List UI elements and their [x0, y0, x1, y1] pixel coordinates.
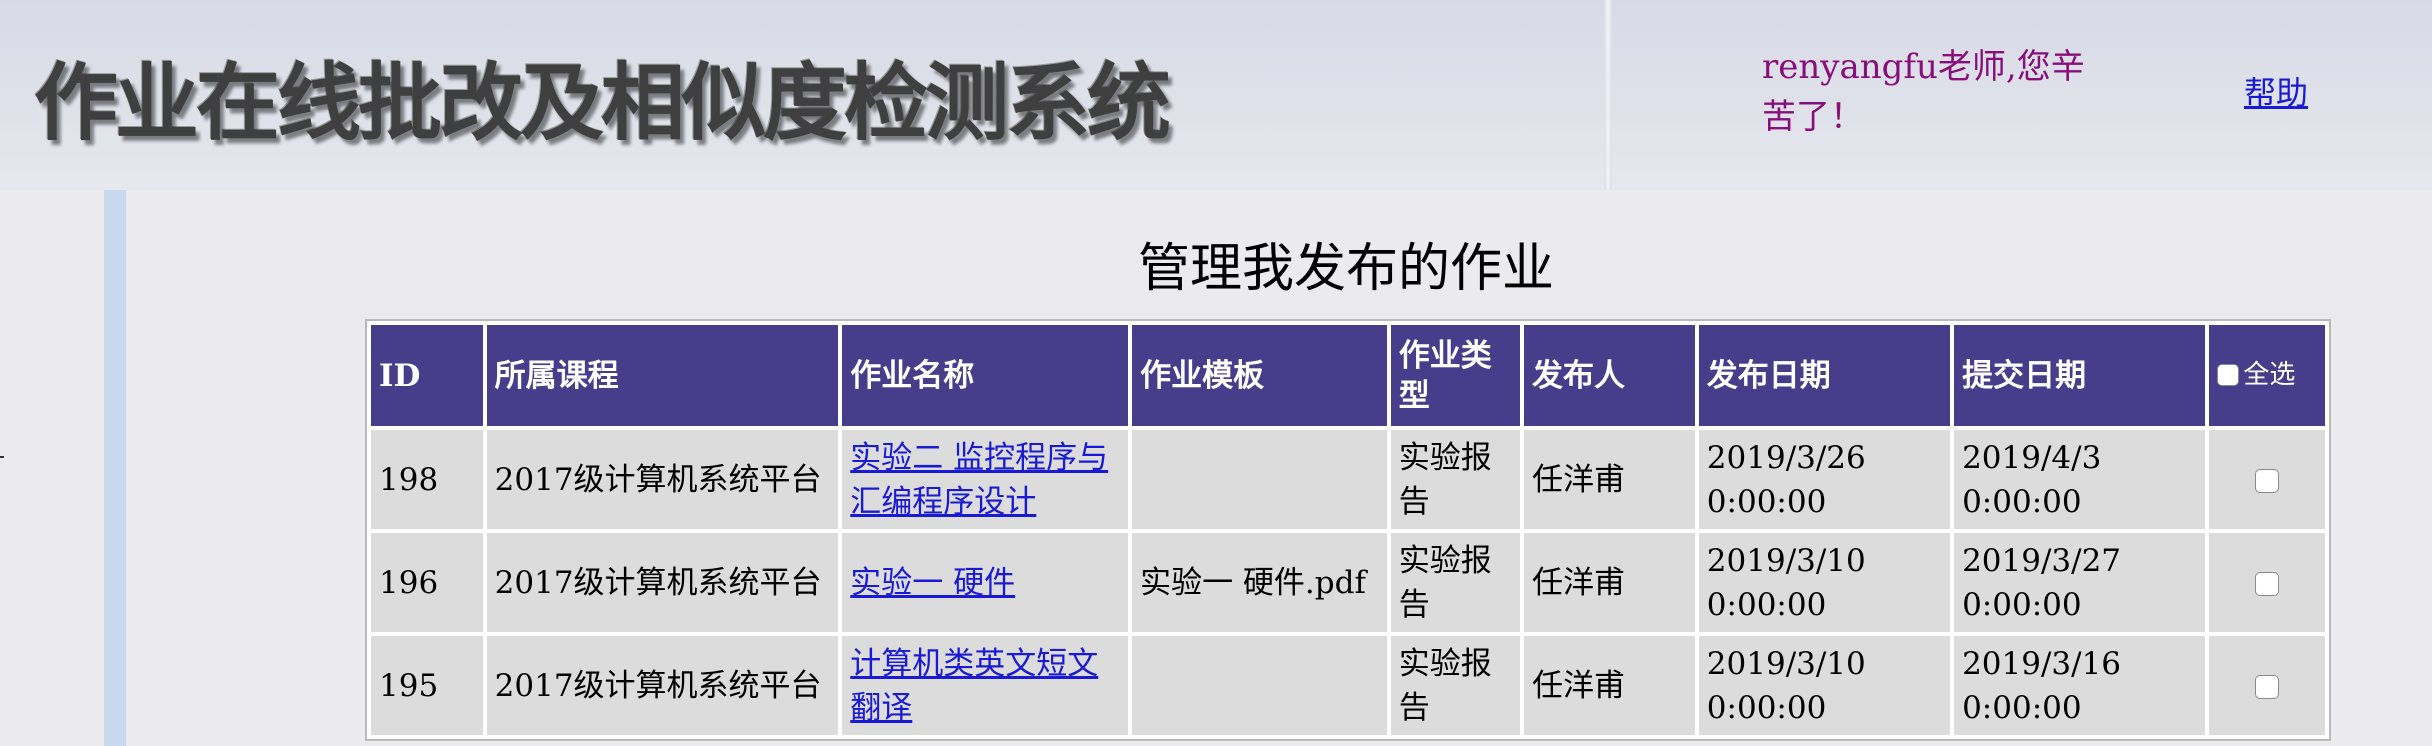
table-header-row: ID 所属课程 作业名称 作业模板 作业类型 发布人 发布日期 提交日期 全选: [371, 325, 2325, 426]
column-header-publish-date: 发布日期: [1698, 325, 1951, 426]
help-link[interactable]: 帮助: [2244, 68, 2308, 114]
row-checkbox[interactable]: [2255, 572, 2280, 596]
column-header-template: 作业模板: [1132, 325, 1387, 426]
table-row: 196 2017级计算机系统平台 实验一 硬件 实验一 硬件.pdf 实验报告 …: [371, 533, 2325, 632]
cell-select: [2209, 430, 2325, 529]
cell-id: 196: [371, 533, 483, 632]
cell-publish-date: 2019/3/26 0:00:00: [1698, 430, 1951, 529]
row-checkbox[interactable]: [2255, 675, 2280, 699]
select-all-label: 全选: [2243, 360, 2296, 390]
row-checkbox[interactable]: [2255, 469, 2280, 493]
cell-course: 2017级计算机系统平台: [486, 533, 839, 632]
cell-type: 实验报告: [1390, 430, 1520, 529]
cell-template: 实验一 硬件.pdf: [1132, 533, 1387, 632]
cell-publisher: 任洋甫: [1523, 533, 1695, 632]
cell-submit-date: 2019/3/16 0:00:00: [1954, 636, 2206, 735]
cell-name: 计算机类英文短文翻译: [842, 636, 1129, 735]
column-header-publisher: 发布人: [1523, 325, 1695, 426]
cell-submit-date: 2019/4/3 0:00:00: [1954, 430, 2206, 529]
header-banner: 作业在线批改及相似度检测系统 renyangfu老师,您辛苦了！ 帮助: [0, 0, 2432, 190]
cell-name: 实验二 监控程序与汇编程序设计: [842, 430, 1129, 529]
site-title: 作业在线批改及相似度检测系统: [34, 54, 1171, 152]
select-all-control[interactable]: 全选: [2217, 355, 2295, 395]
cell-submit-date: 2019/3/27 0:00:00: [1954, 533, 2206, 632]
cell-course: 2017级计算机系统平台: [486, 430, 839, 529]
left-edge-mark: [0, 456, 4, 458]
assignment-link[interactable]: 实验一 硬件: [850, 565, 1015, 601]
cell-publisher: 任洋甫: [1523, 430, 1695, 529]
column-header-name: 作业名称: [842, 325, 1129, 426]
column-header-id: ID: [371, 325, 483, 426]
cell-type: 实验报告: [1390, 636, 1520, 735]
cell-publish-date: 2019/3/10 0:00:00: [1698, 533, 1951, 632]
column-header-course: 所属课程: [486, 325, 839, 426]
cell-id: 198: [371, 430, 483, 529]
column-header-submit-date: 提交日期: [1954, 325, 2206, 426]
column-header-type: 作业类型: [1390, 325, 1520, 426]
cell-name: 实验一 硬件: [842, 533, 1129, 632]
page-title: 管理我发布的作业: [1138, 239, 1555, 299]
cell-course: 2017级计算机系统平台: [486, 636, 839, 735]
cell-select: [2209, 533, 2325, 632]
assignment-link[interactable]: 实验二 监控程序与汇编程序设计: [850, 440, 1108, 520]
header-divider: [1604, 0, 1612, 190]
cell-type: 实验报告: [1390, 533, 1520, 632]
column-header-select-all: 全选: [2209, 325, 2325, 426]
cell-publish-date: 2019/3/10 0:00:00: [1698, 636, 1951, 735]
cell-id: 195: [371, 636, 483, 735]
assignments-table: ID 所属课程 作业名称 作业模板 作业类型 发布人 发布日期 提交日期 全选 …: [365, 319, 2331, 741]
cell-template: [1132, 636, 1387, 735]
sidebar-strip: [104, 190, 126, 746]
assignment-link[interactable]: 计算机类英文短文翻译: [850, 646, 1098, 726]
select-all-checkbox[interactable]: [2217, 364, 2240, 386]
table-row: 198 2017级计算机系统平台 实验二 监控程序与汇编程序设计 实验报告 任洋…: [371, 430, 2325, 529]
cell-publisher: 任洋甫: [1523, 636, 1695, 735]
user-greeting: renyangfu老师,您辛苦了！: [1762, 47, 2085, 137]
cell-template: [1132, 430, 1387, 529]
cell-select: [2209, 636, 2325, 735]
table-row: 195 2017级计算机系统平台 计算机类英文短文翻译 实验报告 任洋甫 201…: [371, 636, 2325, 735]
